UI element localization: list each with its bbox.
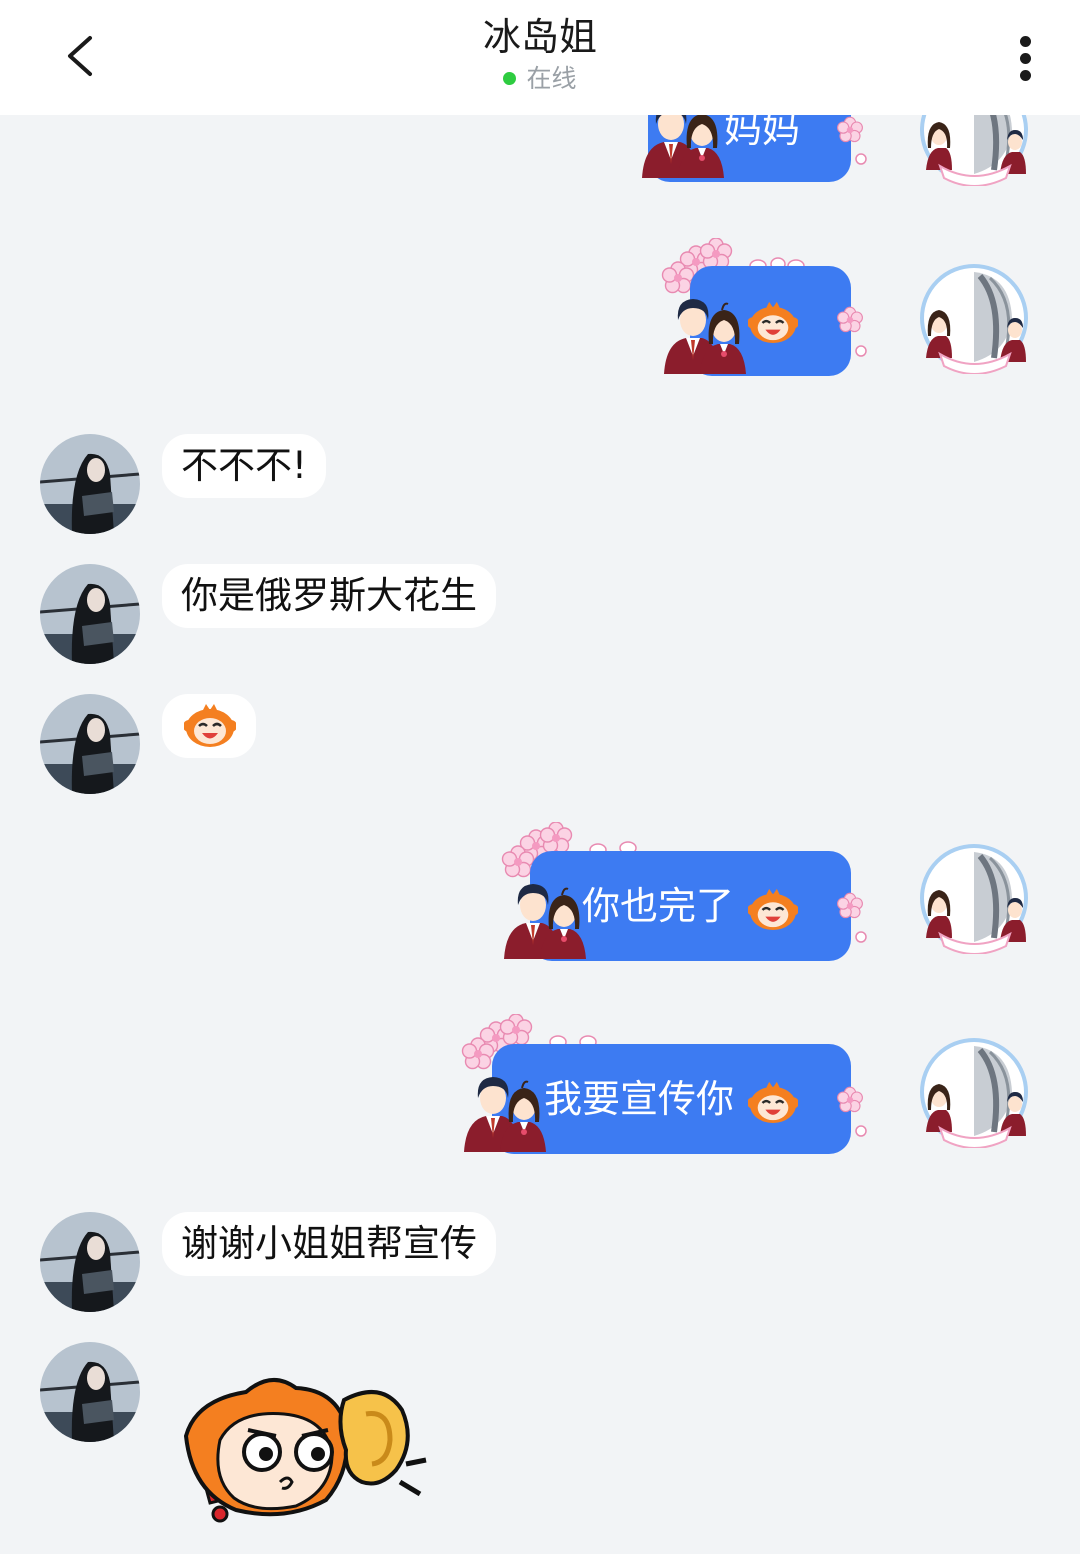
message-text: 你也完了 <box>582 884 735 928</box>
contact-avatar[interactable] <box>40 1212 140 1312</box>
contact-avatar[interactable] <box>40 434 140 534</box>
contact-avatar[interactable] <box>40 694 140 794</box>
sakura-flower-icon <box>837 892 863 919</box>
sakura-flower-icon <box>837 306 863 333</box>
my-avatar[interactable] <box>918 842 1030 954</box>
status-label: 在线 <box>526 64 577 93</box>
online-dot-icon <box>503 71 517 85</box>
grinning-monkey-emoji-icon <box>748 1080 798 1124</box>
anime-couple-sticker <box>663 298 747 375</box>
received-bubble[interactable] <box>162 694 256 758</box>
anime-couple-sticker <box>503 883 587 960</box>
decor-circle-icon <box>855 153 867 165</box>
chat-header: 冰岛姐 在线 <box>0 0 1080 115</box>
sakura-flower-icon <box>837 1086 863 1113</box>
more-options-button[interactable] <box>1008 30 1042 86</box>
sent-bubble[interactable] <box>663 266 851 376</box>
online-status: 在线 <box>0 62 1080 96</box>
sakura-flower-icon <box>837 116 863 143</box>
decor-circle-icon <box>855 345 867 357</box>
chat-area[interactable]: 妈妈 不不不! 你是俄罗斯大花生 你也完了 我要宣传你 谢谢小姐姐帮宣传 <box>0 0 1080 1554</box>
laughing-monkey-emoji-icon <box>184 702 236 748</box>
message-text: 我要宣传你 <box>544 1077 735 1121</box>
my-avatar[interactable] <box>918 1036 1030 1148</box>
received-bubble[interactable]: 你是俄罗斯大花生 <box>162 564 496 628</box>
received-bubble[interactable]: 不不不! <box>162 434 326 498</box>
decor-circle-icon <box>855 931 867 943</box>
more-vertical-icon <box>1008 36 1042 81</box>
sent-bubble[interactable]: 你也完了 <box>503 851 851 961</box>
contact-avatar[interactable] <box>40 564 140 664</box>
sent-bubble[interactable]: 我要宣传你 <box>463 1044 851 1154</box>
received-bubble[interactable]: 谢谢小姐姐帮宣传 <box>162 1212 496 1276</box>
grinning-monkey-emoji-icon <box>748 300 798 344</box>
listening-monkey-sticker[interactable] <box>176 1370 436 1526</box>
my-avatar[interactable] <box>918 262 1030 374</box>
contact-avatar[interactable] <box>40 1342 140 1442</box>
decor-circle-icon <box>855 1125 867 1137</box>
grinning-monkey-emoji-icon <box>748 887 798 931</box>
anime-couple-sticker <box>463 1076 547 1153</box>
contact-name: 冰岛姐 <box>482 15 597 59</box>
